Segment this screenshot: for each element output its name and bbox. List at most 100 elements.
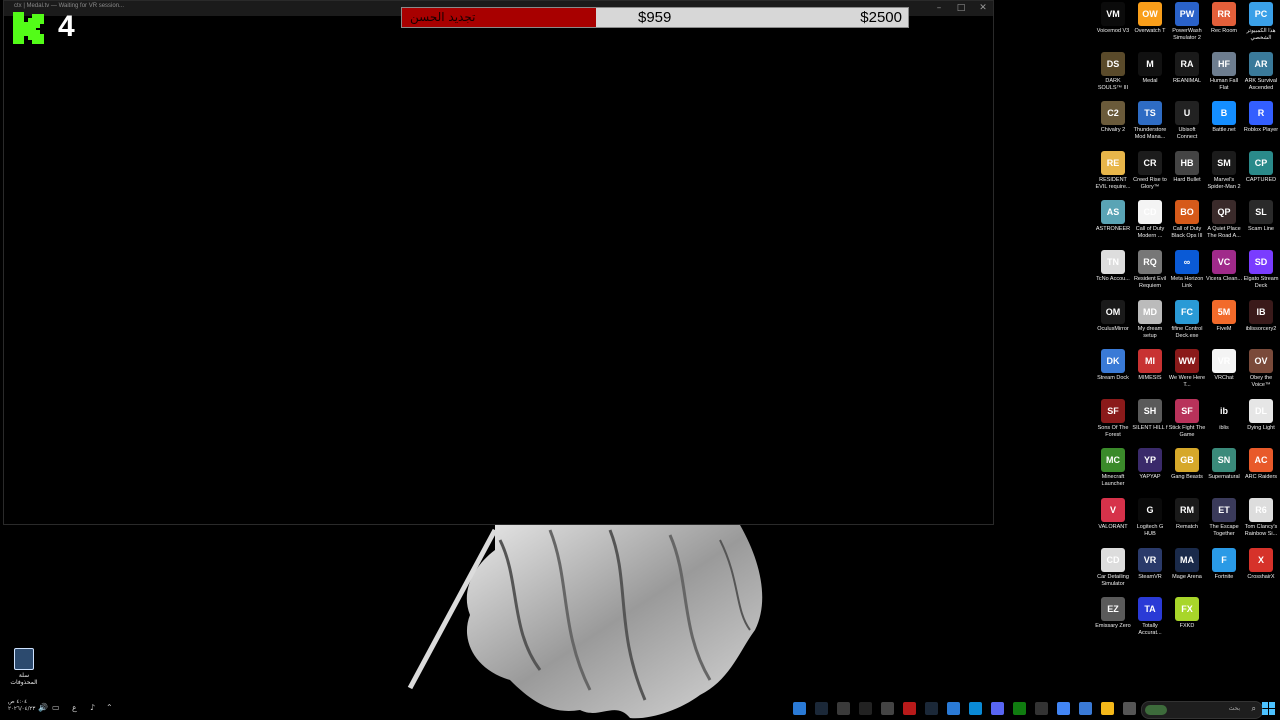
desktop-shortcut[interactable]: RA REANIMAL — [1168, 51, 1206, 101]
game-window[interactable]: ctx | Medal.tv — Waiting for VR session.… — [3, 0, 994, 525]
medal-icon[interactable] — [859, 702, 872, 715]
desktop-shortcut[interactable]: ib iblis — [1205, 398, 1243, 448]
desktop-shortcut[interactable]: WW We Were Here T... — [1168, 349, 1206, 398]
desktop-shortcut[interactable]: RE RESIDENT EVIL require... — [1094, 150, 1132, 200]
recycle-bin[interactable]: سلة المحذوفات — [8, 648, 40, 686]
desktop-shortcut[interactable]: SM Marvel's Spider-Man 2 — [1205, 150, 1243, 200]
app-icon: B — [1212, 101, 1236, 126]
notepad-icon[interactable] — [793, 702, 806, 715]
shortcut-label: Sons Of The Forest — [1097, 424, 1129, 438]
desktop-shortcut[interactable]: DS DARK SOULS™ III — [1094, 51, 1132, 101]
desktop-shortcut[interactable]: AR ARK Survival Ascended — [1242, 51, 1280, 101]
close-button[interactable]: ✕ — [972, 2, 994, 15]
desktop-shortcut[interactable]: MD My dream setup — [1131, 299, 1169, 349]
shortcut-label: OculusMirror — [1097, 325, 1129, 332]
language-indicator[interactable]: ع — [72, 703, 77, 712]
desktop-shortcut[interactable]: YP YAPYAP — [1131, 448, 1169, 497]
desktop-shortcut[interactable]: CD Car Detailing Simulator — [1094, 547, 1132, 597]
desktop-shortcut[interactable]: TS Thunderstore Mod Mana... — [1131, 101, 1169, 150]
capture-icon[interactable] — [903, 702, 916, 715]
discord-icon[interactable] — [991, 702, 1004, 715]
explorer-icon[interactable] — [1101, 702, 1114, 715]
xbox-icon[interactable] — [1013, 702, 1026, 715]
volume-icon[interactable]: 🔊 — [38, 703, 48, 712]
edge-icon[interactable] — [969, 702, 982, 715]
tray-clock[interactable]: ٤:٠٤ ص ٢٠٢٦/٠٤/٢٣ — [8, 699, 35, 713]
desktop-shortcut[interactable]: R6 Tom Clancy's Rainbow Si... — [1242, 498, 1280, 547]
desktop-shortcut[interactable]: PW PowerWash Simulator 2 — [1168, 2, 1206, 51]
desktop-shortcut[interactable]: CR Creed Rise to Glory™ — [1131, 150, 1169, 200]
desktop-shortcut[interactable]: B Battle.net — [1205, 101, 1243, 150]
desktop-shortcut[interactable]: U Ubisoft Connect — [1168, 101, 1206, 150]
desktop-shortcut[interactable]: VR SteamVR — [1131, 547, 1169, 597]
maximize-button[interactable]: □ — [950, 2, 972, 15]
minimize-button[interactable]: – — [928, 2, 950, 15]
desktop-shortcut[interactable]: CD Call of Duty Modern ... — [1131, 200, 1169, 249]
desktop-shortcut[interactable]: OW Overwatch T — [1131, 2, 1169, 51]
taskbar: ٤:٠٤ ص ٢٠٢٦/٠٤/٢٣ 🔊 ▭ ع ♪ ⌃ بحث ⌕ — [0, 698, 1280, 720]
desktop-shortcut[interactable]: TN TcNo Accou... — [1094, 250, 1132, 299]
epic-icon[interactable] — [1035, 702, 1048, 715]
chevron-up-icon[interactable]: ⌃ — [106, 703, 113, 712]
desktop-shortcut[interactable]: HF Human Fall Flat — [1205, 51, 1243, 101]
obs-icon[interactable] — [837, 702, 850, 715]
desktop-shortcut[interactable]: V VALORANT — [1094, 498, 1132, 547]
shortcut-label: SteamVR — [1138, 573, 1162, 580]
desktop-shortcut[interactable]: M Medal — [1131, 51, 1169, 101]
store-icon[interactable] — [1079, 702, 1092, 715]
desktop-shortcut[interactable]: FC fifine Control Deck.exe — [1168, 299, 1206, 349]
start-button[interactable] — [1262, 702, 1275, 715]
desktop-shortcut[interactable]: FX FXKD — [1168, 597, 1206, 646]
desktop-shortcut[interactable]: DL Dying Light — [1242, 398, 1280, 448]
shortcut-label: Stream Dock — [1097, 375, 1129, 382]
desktop-shortcut[interactable]: MA Mage Arena — [1168, 547, 1206, 597]
steam-icon[interactable] — [815, 702, 828, 715]
vscode-icon[interactable] — [947, 702, 960, 715]
desktop-shortcut[interactable]: HB Hard Bullet — [1168, 150, 1206, 200]
desktop-shortcut[interactable]: 5M FiveM — [1205, 299, 1243, 349]
taskview-icon[interactable] — [1123, 702, 1136, 715]
desktop-shortcut[interactable]: R Roblox Player — [1242, 101, 1280, 150]
desktop-shortcut[interactable]: SF Stick Fight The Game — [1168, 398, 1206, 448]
desktop-shortcut[interactable]: ET The Escape Together — [1205, 498, 1243, 547]
desktop-shortcut[interactable]: VM Voicemod V3 — [1094, 2, 1132, 51]
desktop-shortcut[interactable]: TA Totally Accurat... — [1131, 597, 1169, 646]
shortcut-label: Fortnite — [1214, 573, 1234, 580]
desktop-shortcut[interactable]: C2 Chivalry 2 — [1094, 101, 1132, 150]
desktop-shortcut[interactable]: F Fortnite — [1205, 547, 1243, 597]
desktop-shortcut[interactable]: RR Rec Room — [1205, 2, 1243, 51]
desktop-shortcut[interactable]: BO Call of Duty Black Ops III — [1168, 200, 1206, 249]
desktop-shortcut[interactable]: PC هذا الكمبيوتر الشخصي — [1242, 2, 1280, 51]
chrome-icon[interactable] — [1057, 702, 1070, 715]
desktop-shortcut[interactable]: OM OculusMirror — [1094, 299, 1132, 349]
desktop-shortcut[interactable]: QP A Quiet Place The Road A... — [1205, 200, 1243, 249]
desktop-shortcut[interactable]: AC ARC Raiders — [1242, 448, 1280, 497]
desktop-shortcut[interactable]: VC Vicera Clean... — [1205, 250, 1243, 299]
desktop-shortcut[interactable]: X CrosshairX — [1242, 547, 1280, 597]
desktop-shortcut[interactable]: RM Rematch — [1168, 498, 1206, 547]
desktop-shortcut[interactable]: RQ Resident Evil Requiem — [1131, 250, 1169, 299]
desktop-shortcut[interactable]: GB Gang Beasts — [1168, 448, 1206, 497]
desktop-shortcut[interactable]: OV Obey the Voice™ — [1242, 349, 1280, 398]
desktop-shortcut[interactable]: MC Minecraft Launcher — [1094, 448, 1132, 497]
desktop-shortcut[interactable]: SL Scam Line — [1242, 200, 1280, 249]
steam-2-icon[interactable] — [925, 702, 938, 715]
desktop-shortcut[interactable]: SF Sons Of The Forest — [1094, 398, 1132, 448]
desktop-shortcut[interactable]: G Logitech G HUB — [1131, 498, 1169, 547]
mic-icon[interactable]: ♪ — [90, 703, 95, 712]
app-icon: SN — [1212, 448, 1236, 473]
desktop-shortcut[interactable]: DK Stream Dock — [1094, 349, 1132, 398]
desktop-shortcut[interactable]: IB iblissorcery2 — [1242, 299, 1280, 349]
desktop-shortcut[interactable]: EZ Emissary Zero — [1094, 597, 1132, 646]
desktop-shortcut[interactable]: CP CAPTURED — [1242, 150, 1280, 200]
desktop-shortcut[interactable]: SH SILENT HILL f — [1131, 398, 1169, 448]
desktop-shortcut[interactable]: SD Elgato Stream Deck — [1242, 250, 1280, 299]
desktop-shortcut[interactable]: SN Supernatural — [1205, 448, 1243, 497]
desktop-shortcut[interactable]: MI MIMESIS — [1131, 349, 1169, 398]
network-icon[interactable]: ▭ — [52, 703, 60, 712]
desktop-shortcut[interactable]: ∞ Meta Horizon Link — [1168, 250, 1206, 299]
terminal-icon[interactable] — [881, 702, 894, 715]
desktop-shortcut[interactable]: AS ASTRONEER — [1094, 200, 1132, 249]
desktop-shortcut[interactable]: VR VRChat — [1205, 349, 1243, 398]
search-box[interactable]: بحث ⌕ — [1141, 701, 1263, 719]
